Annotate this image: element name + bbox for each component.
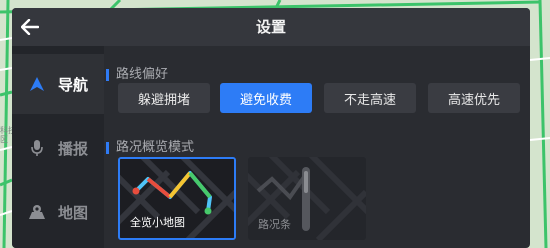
sidebar-item-navigation[interactable]: 导航 (12, 54, 104, 114)
sidebar-item-label: 地图 (58, 203, 89, 222)
card-label: 路况条 (258, 218, 291, 231)
sidebar-item-broadcast[interactable]: 播报 (12, 118, 104, 178)
sidebar-item-label: 播报 (58, 139, 89, 158)
sidebar-item-label: 导航 (58, 75, 89, 94)
map-pin-icon (28, 203, 46, 221)
overview-mode-title: 路况概览模式 (106, 140, 194, 156)
avoid-tolls-button[interactable]: 避免收费 (220, 83, 312, 113)
route-preference-title: 路线偏好 (106, 67, 168, 83)
mini-map-mode-card[interactable]: 全览小地图 (118, 157, 236, 240)
traffic-bar-mode-card[interactable]: 路况条 (248, 157, 366, 240)
avoid-congestion-button[interactable]: 躲避拥堵 (118, 83, 210, 113)
highway-first-button[interactable]: 高速优先 (428, 83, 520, 113)
avoid-highway-button[interactable]: 不走高速 (324, 83, 416, 113)
header-bar: 设置 (12, 8, 530, 46)
page-title: 设置 (255, 18, 286, 36)
card-label: 全览小地图 (130, 216, 185, 229)
sidebar: 导航 播报 地图 (12, 46, 104, 248)
sidebar-item-map[interactable]: 地图 (12, 182, 104, 242)
microphone-icon (28, 139, 46, 157)
navigation-arrow-icon (28, 75, 46, 93)
